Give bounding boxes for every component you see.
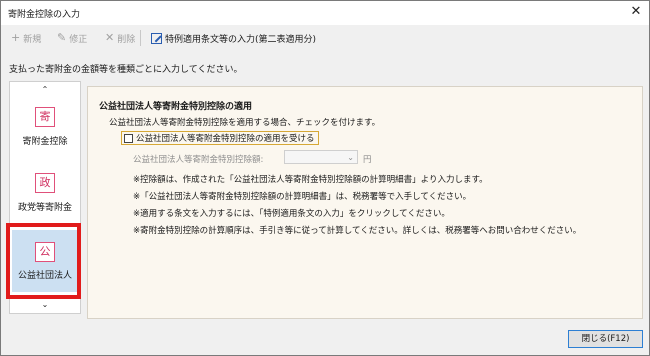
- new-label: 新規: [23, 34, 42, 45]
- new-button[interactable]: + 新規: [11, 31, 41, 45]
- deduction-amount-label: 公益社団法人等寄附金特別控除額:: [133, 155, 264, 165]
- edit-label: 修正: [69, 34, 88, 45]
- close-icon[interactable]: ✕: [629, 4, 643, 20]
- delete-label: 削除: [117, 34, 136, 45]
- selection-highlight: [6, 223, 81, 299]
- edit-button[interactable]: ✎ 修正: [57, 31, 87, 45]
- donation-icon: 寄: [35, 107, 55, 127]
- sidebar-item-label: 政党等寄附金: [17, 203, 72, 213]
- apply-special-deduction-checkbox[interactable]: 公益社団法人等寄附金特別控除の適用を受ける: [121, 131, 319, 145]
- close-button[interactable]: 閉じる(F12): [568, 330, 643, 348]
- special-provision-button[interactable]: 特例適用条文等の入力(第二表適用分): [151, 31, 316, 45]
- plus-icon: +: [11, 31, 21, 44]
- checkbox-label: 公益社団法人等寄附金特別控除の適用を受ける: [136, 134, 315, 144]
- toolbar-divider: [140, 30, 141, 46]
- title-bar: 寄附金控除の入力 ✕: [1, 1, 649, 25]
- scroll-down-icon[interactable]: ⌄: [10, 300, 80, 310]
- special-provision-label: 特例適用条文等の入力(第二表適用分): [165, 34, 317, 45]
- political-icon: 政: [35, 173, 55, 193]
- sidebar-item-political-donation[interactable]: 政 政党等寄附金: [12, 164, 78, 224]
- sidebar-item-label: 寄附金控除: [22, 137, 68, 147]
- cross-icon: ✕: [105, 31, 115, 44]
- sidebar-item-donation-deduction[interactable]: 寄 寄附金控除: [12, 98, 78, 158]
- dialog-window: 寄附金控除の入力 ✕ + 新規 ✎ 修正 ✕ 削除 特例適用条文等の入力(第二表…: [0, 0, 650, 356]
- note-line: ※控除額は、作成された「公益社団法人等寄附金特別控除額の計算明細書」より入力しま…: [133, 175, 488, 185]
- edit-icon: [151, 32, 162, 44]
- scroll-up-icon[interactable]: ⌃: [10, 85, 80, 95]
- panel-description: 公益社団法人等寄附金特別控除を適用する場合、チェックを付けます。: [109, 118, 381, 128]
- note-line: ※寄附金特別控除の計算順序は、手引き等に従って計算してください。詳しくは、税務署…: [133, 226, 582, 236]
- window-title: 寄附金控除の入力: [8, 10, 81, 20]
- deduction-amount-field[interactable]: ⌄: [284, 150, 358, 164]
- note-line: ※「公益社団法人等寄附金特別控除額の計算明細書」は、税務署等で入手してください。: [133, 192, 472, 202]
- yen-unit: 円: [363, 155, 372, 165]
- checkbox-box[interactable]: [124, 133, 133, 143]
- panel-title: 公益社団法人等寄附金特別控除の適用: [99, 102, 253, 112]
- detail-panel: 公益社団法人等寄附金特別控除の適用 公益社団法人等寄附金特別控除を適用する場合、…: [87, 86, 643, 319]
- note-line: ※適用する条文を入力するには、「特例適用条文の入力」をクリックしてください。: [133, 209, 450, 219]
- toolbar: + 新規 ✎ 修正 ✕ 削除 特例適用条文等の入力(第二表適用分): [1, 25, 649, 51]
- chevron-down-icon[interactable]: ⌄: [347, 151, 354, 164]
- pencil-icon: ✎: [57, 31, 67, 44]
- instruction-text: 支払った寄附金の金額等を種類ごとに入力してください。: [9, 65, 243, 75]
- delete-button[interactable]: ✕ 削除: [105, 31, 135, 45]
